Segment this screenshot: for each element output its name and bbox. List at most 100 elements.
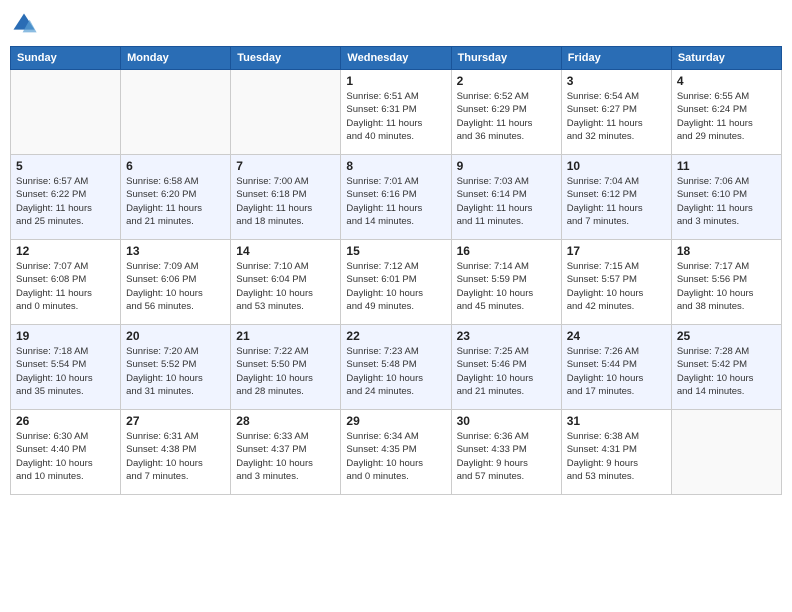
- day-number: 27: [126, 414, 225, 428]
- calendar-empty-cell: [671, 410, 781, 495]
- weekday-header-thursday: Thursday: [451, 47, 561, 70]
- day-info: Sunrise: 7:04 AM Sunset: 6:12 PM Dayligh…: [567, 175, 666, 228]
- calendar-day-12: 12 Sunrise: 7:07 AM Sunset: 6:08 PM Dayli…: [11, 240, 121, 325]
- day-number: 5: [16, 159, 115, 173]
- calendar-week-row: 19Sunrise: 7:18 AM Sunset: 5:54 PM Dayli…: [11, 325, 782, 410]
- day-number: 18: [677, 244, 776, 258]
- calendar-day-6: 6 Sunrise: 6:58 AM Sunset: 6:20 PM Daylig…: [121, 155, 231, 240]
- day-number: 13: [126, 244, 225, 258]
- logo-icon: [10, 10, 38, 38]
- calendar-day-23: 23 Sunrise: 7:25 AM Sunset: 5:46 PM Dayli…: [451, 325, 561, 410]
- day-number: 10: [567, 159, 666, 173]
- day-number: 29: [346, 414, 445, 428]
- day-info: Sunrise: 7:07 AM Sunset: 6:08 PM Dayligh…: [16, 260, 115, 313]
- day-info: Sunrise: 6:58 AM Sunset: 6:20 PM Dayligh…: [126, 175, 225, 228]
- day-info: Sunrise: 7:22 AM Sunset: 5:50 PM Dayligh…: [236, 345, 335, 398]
- weekday-header-tuesday: Tuesday: [231, 47, 341, 70]
- day-info: Sunrise: 7:28 AM Sunset: 5:42 PM Dayligh…: [677, 345, 776, 398]
- day-number: 1: [346, 74, 445, 88]
- day-info: Sunrise: 6:30 AM Sunset: 4:40 PM Dayligh…: [16, 430, 115, 483]
- day-number: 15: [346, 244, 445, 258]
- day-number: 26: [16, 414, 115, 428]
- calendar-day-15: 15 Sunrise: 7:12 AM Sunset: 6:01 PM Dayli…: [341, 240, 451, 325]
- calendar-week-row: 5 Sunrise: 6:57 AM Sunset: 6:22 PM Daylig…: [11, 155, 782, 240]
- day-info: Sunrise: 7:25 AM Sunset: 5:46 PM Dayligh…: [457, 345, 556, 398]
- day-info: Sunrise: 6:33 AM Sunset: 4:37 PM Dayligh…: [236, 430, 335, 483]
- day-number: 28: [236, 414, 335, 428]
- calendar-day-26: 26 Sunrise: 6:30 AM Sunset: 4:40 PM Dayli…: [11, 410, 121, 495]
- calendar: SundayMondayTuesdayWednesdayThursdayFrid…: [10, 46, 782, 495]
- calendar-day-3: 3 Sunrise: 6:54 AM Sunset: 6:27 PM Daylig…: [561, 70, 671, 155]
- page: SundayMondayTuesdayWednesdayThursdayFrid…: [0, 0, 792, 612]
- day-number: 8: [346, 159, 445, 173]
- day-number: 14: [236, 244, 335, 258]
- day-info: Sunrise: 7:06 AM Sunset: 6:10 PM Dayligh…: [677, 175, 776, 228]
- day-number: 20: [126, 329, 225, 343]
- day-number: 22: [346, 329, 445, 343]
- day-number: 24: [567, 329, 666, 343]
- calendar-day-24: 24Sunrise: 7:26 AM Sunset: 5:44 PM Dayli…: [561, 325, 671, 410]
- calendar-day-21: 21 Sunrise: 7:22 AM Sunset: 5:50 PM Dayli…: [231, 325, 341, 410]
- calendar-day-11: 11 Sunrise: 7:06 AM Sunset: 6:10 PM Dayli…: [671, 155, 781, 240]
- day-number: 4: [677, 74, 776, 88]
- calendar-day-25: 25 Sunrise: 7:28 AM Sunset: 5:42 PM Dayli…: [671, 325, 781, 410]
- calendar-day-8: 8 Sunrise: 7:01 AM Sunset: 6:16 PM Daylig…: [341, 155, 451, 240]
- day-number: 12: [16, 244, 115, 258]
- calendar-day-19: 19Sunrise: 7:18 AM Sunset: 5:54 PM Dayli…: [11, 325, 121, 410]
- calendar-day-29: 29 Sunrise: 6:34 AM Sunset: 4:35 PM Dayli…: [341, 410, 451, 495]
- day-info: Sunrise: 7:00 AM Sunset: 6:18 PM Dayligh…: [236, 175, 335, 228]
- calendar-empty-cell: [11, 70, 121, 155]
- calendar-day-17: 17Sunrise: 7:15 AM Sunset: 5:57 PM Dayli…: [561, 240, 671, 325]
- weekday-header-monday: Monday: [121, 47, 231, 70]
- day-info: Sunrise: 7:14 AM Sunset: 5:59 PM Dayligh…: [457, 260, 556, 313]
- calendar-day-13: 13 Sunrise: 7:09 AM Sunset: 6:06 PM Dayli…: [121, 240, 231, 325]
- calendar-day-9: 9Sunrise: 7:03 AM Sunset: 6:14 PM Daylig…: [451, 155, 561, 240]
- calendar-day-10: 10 Sunrise: 7:04 AM Sunset: 6:12 PM Dayli…: [561, 155, 671, 240]
- calendar-day-14: 14 Sunrise: 7:10 AM Sunset: 6:04 PM Dayli…: [231, 240, 341, 325]
- weekday-header-saturday: Saturday: [671, 47, 781, 70]
- day-number: 31: [567, 414, 666, 428]
- day-number: 7: [236, 159, 335, 173]
- weekday-header-friday: Friday: [561, 47, 671, 70]
- header: [10, 10, 782, 38]
- day-number: 25: [677, 329, 776, 343]
- day-info: Sunrise: 7:01 AM Sunset: 6:16 PM Dayligh…: [346, 175, 445, 228]
- calendar-week-row: 1 Sunrise: 6:51 AM Sunset: 6:31 PM Daylig…: [11, 70, 782, 155]
- day-info: Sunrise: 6:34 AM Sunset: 4:35 PM Dayligh…: [346, 430, 445, 483]
- weekday-header-wednesday: Wednesday: [341, 47, 451, 70]
- day-info: Sunrise: 7:18 AM Sunset: 5:54 PM Dayligh…: [16, 345, 115, 398]
- calendar-day-28: 28 Sunrise: 6:33 AM Sunset: 4:37 PM Dayli…: [231, 410, 341, 495]
- day-info: Sunrise: 6:54 AM Sunset: 6:27 PM Dayligh…: [567, 90, 666, 143]
- day-info: Sunrise: 6:52 AM Sunset: 6:29 PM Dayligh…: [457, 90, 556, 143]
- day-number: 16: [457, 244, 556, 258]
- day-number: 23: [457, 329, 556, 343]
- day-info: Sunrise: 7:23 AM Sunset: 5:48 PM Dayligh…: [346, 345, 445, 398]
- day-number: 11: [677, 159, 776, 173]
- day-number: 6: [126, 159, 225, 173]
- calendar-day-2: 2Sunrise: 6:52 AM Sunset: 6:29 PM Daylig…: [451, 70, 561, 155]
- day-info: Sunrise: 7:10 AM Sunset: 6:04 PM Dayligh…: [236, 260, 335, 313]
- calendar-day-5: 5 Sunrise: 6:57 AM Sunset: 6:22 PM Daylig…: [11, 155, 121, 240]
- day-info: Sunrise: 6:38 AM Sunset: 4:31 PM Dayligh…: [567, 430, 666, 483]
- day-info: Sunrise: 7:17 AM Sunset: 5:56 PM Dayligh…: [677, 260, 776, 313]
- day-number: 21: [236, 329, 335, 343]
- day-info: Sunrise: 6:31 AM Sunset: 4:38 PM Dayligh…: [126, 430, 225, 483]
- calendar-day-22: 22 Sunrise: 7:23 AM Sunset: 5:48 PM Dayli…: [341, 325, 451, 410]
- day-info: Sunrise: 6:51 AM Sunset: 6:31 PM Dayligh…: [346, 90, 445, 143]
- day-number: 3: [567, 74, 666, 88]
- day-info: Sunrise: 7:20 AM Sunset: 5:52 PM Dayligh…: [126, 345, 225, 398]
- day-number: 17: [567, 244, 666, 258]
- calendar-empty-cell: [121, 70, 231, 155]
- calendar-day-7: 7 Sunrise: 7:00 AM Sunset: 6:18 PM Daylig…: [231, 155, 341, 240]
- day-info: Sunrise: 7:09 AM Sunset: 6:06 PM Dayligh…: [126, 260, 225, 313]
- calendar-day-27: 27 Sunrise: 6:31 AM Sunset: 4:38 PM Dayli…: [121, 410, 231, 495]
- day-info: Sunrise: 6:57 AM Sunset: 6:22 PM Dayligh…: [16, 175, 115, 228]
- day-info: Sunrise: 6:55 AM Sunset: 6:24 PM Dayligh…: [677, 90, 776, 143]
- day-number: 30: [457, 414, 556, 428]
- calendar-week-row: 26 Sunrise: 6:30 AM Sunset: 4:40 PM Dayli…: [11, 410, 782, 495]
- logo: [10, 10, 42, 38]
- calendar-day-1: 1 Sunrise: 6:51 AM Sunset: 6:31 PM Daylig…: [341, 70, 451, 155]
- day-info: Sunrise: 7:12 AM Sunset: 6:01 PM Dayligh…: [346, 260, 445, 313]
- calendar-day-31: 31 Sunrise: 6:38 AM Sunset: 4:31 PM Dayli…: [561, 410, 671, 495]
- calendar-empty-cell: [231, 70, 341, 155]
